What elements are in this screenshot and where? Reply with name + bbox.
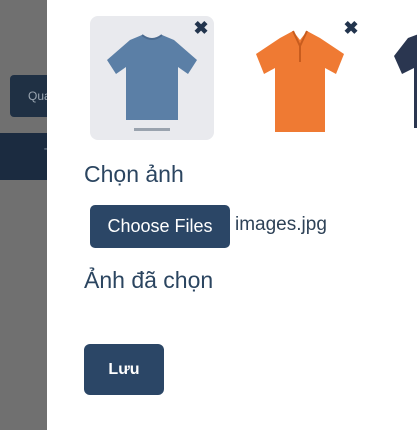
- image-upload-panel: ✖ ✖ Chọn ảnh Choose Files images.jpg Ảnh…: [47, 0, 417, 430]
- choose-image-title: Chọn ảnh: [84, 161, 184, 187]
- save-button[interactable]: Lưu: [84, 344, 164, 395]
- polo-navy-image: [394, 34, 417, 128]
- remove-image-close-icon[interactable]: ✖: [193, 19, 209, 37]
- remove-image-close-icon[interactable]: ✖: [343, 19, 359, 37]
- selected-file-name: images.jpg: [235, 214, 327, 235]
- selected-images-title: Ảnh đã chọn: [84, 267, 214, 293]
- image-thumbnail: [384, 16, 417, 140]
- choose-files-button[interactable]: Choose Files: [90, 205, 230, 248]
